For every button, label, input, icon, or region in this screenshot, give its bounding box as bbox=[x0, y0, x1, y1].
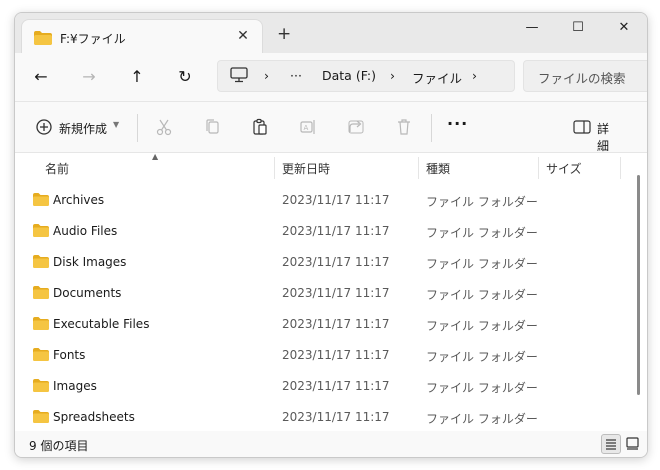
more-options-icon[interactable]: ··· bbox=[447, 114, 468, 133]
forward-arrow-icon[interactable]: → bbox=[77, 65, 101, 89]
tab-title: F:¥ファイル bbox=[60, 32, 126, 46]
breadcrumb-folder[interactable]: ファイル bbox=[412, 68, 462, 87]
file-type: ファイル フォルダー bbox=[426, 319, 538, 333]
sort-ascending-icon: ▲ bbox=[152, 152, 159, 161]
maximize-icon[interactable]: ☐ bbox=[555, 13, 601, 45]
file-type: ファイル フォルダー bbox=[426, 195, 538, 209]
column-divider[interactable] bbox=[620, 157, 621, 179]
list-item[interactable]: Documents 2023/11/17 11:17 ファイル フォルダー bbox=[15, 278, 633, 309]
folder-icon bbox=[33, 379, 49, 395]
file-date: 2023/11/17 11:17 bbox=[282, 348, 390, 362]
list-item[interactable]: Audio Files 2023/11/17 11:17 ファイル フォルダー bbox=[15, 216, 633, 247]
file-name: Fonts bbox=[53, 348, 86, 362]
column-divider[interactable] bbox=[418, 157, 419, 179]
file-name: Executable Files bbox=[53, 317, 150, 331]
share-icon[interactable] bbox=[347, 118, 365, 138]
list-item[interactable]: Images 2023/11/17 11:17 ファイル フォルダー bbox=[15, 371, 633, 402]
minimize-icon[interactable]: — bbox=[509, 13, 555, 45]
column-header-size[interactable]: サイズ bbox=[546, 160, 582, 177]
file-date: 2023/11/17 11:17 bbox=[282, 379, 390, 393]
details-pane-icon bbox=[573, 119, 591, 138]
svg-text:A: A bbox=[304, 124, 309, 132]
vertical-scrollbar[interactable] bbox=[637, 175, 640, 395]
file-date: 2023/11/17 11:17 bbox=[282, 255, 390, 269]
window-close-icon[interactable]: ✕ bbox=[601, 13, 647, 45]
delete-icon[interactable] bbox=[395, 118, 413, 138]
file-type: ファイル フォルダー bbox=[426, 288, 538, 302]
folder-icon bbox=[33, 317, 49, 333]
title-bar: F:¥ファイル ✕ + — ☐ ✕ bbox=[15, 13, 647, 53]
up-arrow-icon[interactable]: ↑ bbox=[125, 65, 149, 89]
file-date: 2023/11/17 11:17 bbox=[282, 193, 390, 207]
folder-icon bbox=[33, 410, 49, 426]
toolbar-divider bbox=[431, 114, 432, 142]
add-circle-icon bbox=[35, 118, 53, 139]
column-divider[interactable] bbox=[538, 157, 539, 179]
refresh-icon[interactable]: ↻ bbox=[173, 65, 197, 89]
computer-icon[interactable] bbox=[230, 67, 248, 86]
folder-icon bbox=[33, 255, 49, 271]
chevron-down-icon: ▼ bbox=[113, 120, 120, 129]
folder-icon bbox=[33, 286, 49, 302]
file-type: ファイル フォルダー bbox=[426, 381, 538, 395]
file-name: Audio Files bbox=[53, 224, 118, 238]
file-date: 2023/11/17 11:17 bbox=[282, 286, 390, 300]
large-icons-view-icon[interactable] bbox=[623, 434, 643, 454]
file-date: 2023/11/17 11:17 bbox=[282, 224, 390, 238]
column-header-type[interactable]: 種類 bbox=[426, 160, 450, 177]
command-bar: 新規作成 ▼ A ··· 詳細 bbox=[15, 101, 647, 153]
cut-icon[interactable] bbox=[155, 118, 173, 138]
details-pane-label: 詳細 bbox=[597, 122, 610, 153]
file-type: ファイル フォルダー bbox=[426, 412, 538, 426]
navigation-bar: ← → ↑ ↻ › ··· Data (F:) › ファイル › ファイルの検索 bbox=[15, 53, 647, 101]
tab-current-folder[interactable]: F:¥ファイル ✕ bbox=[21, 19, 263, 53]
file-name: Images bbox=[53, 379, 97, 393]
tab-close-icon[interactable]: ✕ bbox=[232, 26, 254, 46]
back-arrow-icon[interactable]: ← bbox=[29, 65, 53, 89]
file-date: 2023/11/17 11:17 bbox=[282, 410, 390, 424]
column-header-name[interactable]: 名前 bbox=[45, 160, 69, 177]
status-bar: 9 個の項目 bbox=[15, 431, 647, 457]
file-type: ファイル フォルダー bbox=[426, 350, 538, 364]
folder-icon bbox=[34, 31, 52, 48]
copy-icon[interactable] bbox=[203, 118, 221, 138]
breadcrumb-drive[interactable]: Data (F:) bbox=[322, 68, 376, 83]
list-item[interactable]: Fonts 2023/11/17 11:17 ファイル フォルダー bbox=[15, 340, 633, 371]
column-divider[interactable] bbox=[274, 157, 275, 179]
list-item[interactable]: Executable Files 2023/11/17 11:17 ファイル フ… bbox=[15, 309, 633, 340]
file-name: Archives bbox=[53, 193, 105, 207]
list-item[interactable]: Archives 2023/11/17 11:17 ファイル フォルダー bbox=[15, 185, 633, 216]
folder-icon bbox=[33, 348, 49, 364]
new-tab-icon[interactable]: + bbox=[277, 25, 291, 43]
item-count: 9 個の項目 bbox=[29, 439, 89, 453]
toolbar-divider bbox=[137, 114, 138, 142]
list-item[interactable]: Spreadsheets 2023/11/17 11:17 ファイル フォルダー bbox=[15, 402, 633, 433]
column-header-row: ▲ 名前 更新日時 種類 サイズ bbox=[15, 152, 647, 181]
file-name: Spreadsheets bbox=[53, 410, 135, 424]
search-input[interactable]: ファイルの検索 bbox=[538, 68, 626, 87]
breadcrumb-separator[interactable]: › bbox=[264, 68, 269, 83]
file-type: ファイル フォルダー bbox=[426, 226, 538, 240]
breadcrumb-ellipsis[interactable]: ··· bbox=[290, 68, 302, 83]
paste-icon[interactable] bbox=[251, 118, 269, 138]
breadcrumb-separator[interactable]: › bbox=[390, 68, 395, 83]
list-item[interactable]: Disk Images 2023/11/17 11:17 ファイル フォルダー bbox=[15, 247, 633, 278]
folder-icon bbox=[33, 224, 49, 240]
file-type: ファイル フォルダー bbox=[426, 257, 538, 271]
new-button[interactable]: 新規作成 ▼ bbox=[35, 118, 125, 138]
search-box[interactable]: ファイルの検索 bbox=[523, 60, 647, 92]
file-name: Documents bbox=[53, 286, 122, 300]
file-date: 2023/11/17 11:17 bbox=[282, 317, 390, 331]
file-name: Disk Images bbox=[53, 255, 127, 269]
folder-icon bbox=[33, 193, 49, 209]
column-header-date[interactable]: 更新日時 bbox=[282, 160, 330, 177]
new-button-label: 新規作成 bbox=[59, 122, 108, 136]
details-view-icon[interactable] bbox=[601, 434, 621, 454]
file-explorer-window: F:¥ファイル ✕ + — ☐ ✕ ← → ↑ ↻ › ··· Data (F:… bbox=[14, 12, 648, 458]
address-bar[interactable]: › ··· Data (F:) › ファイル › bbox=[217, 60, 515, 92]
breadcrumb-separator[interactable]: › bbox=[472, 68, 477, 83]
rename-icon[interactable]: A bbox=[299, 118, 317, 138]
file-list: ▲ 名前 更新日時 種類 サイズ Archives 2023/11/17 11:… bbox=[15, 152, 647, 433]
